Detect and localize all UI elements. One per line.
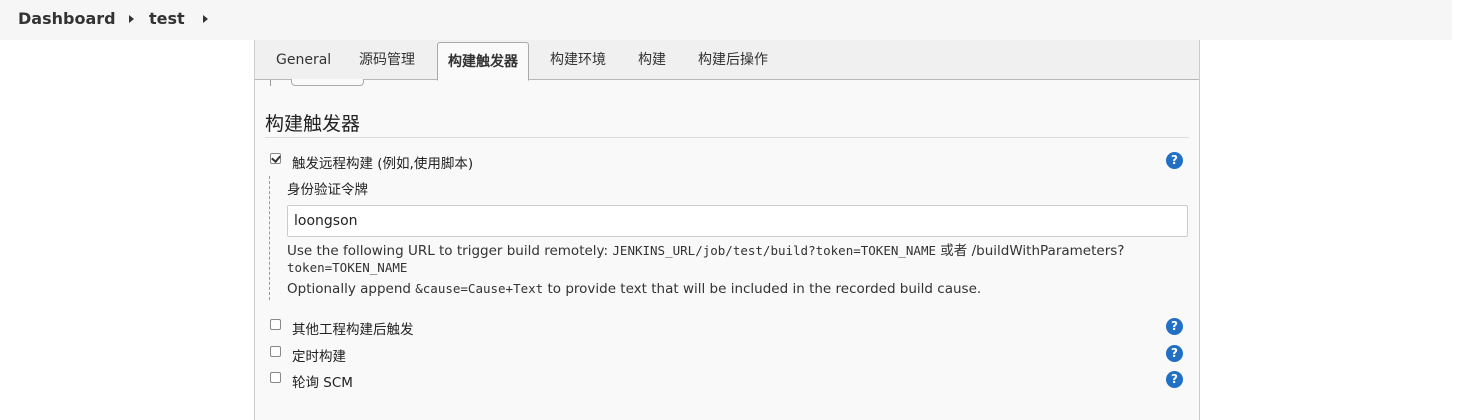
url-code: /buildWithParameters? <box>971 243 1125 259</box>
breadcrumb-dashboard[interactable]: Dashboard <box>18 9 116 28</box>
tab-general[interactable]: General <box>265 40 342 79</box>
tab-scm[interactable]: 源码管理 <box>348 40 426 79</box>
cause-code: &cause=Cause+Text <box>415 281 544 296</box>
description-text: to provide text that will be included in… <box>543 281 982 297</box>
remote-url-description-cont: token=TOKEN_NAME <box>287 260 407 276</box>
breadcrumb-test[interactable]: test <box>149 9 185 28</box>
cause-description: Optionally append &cause=Cause+Text to p… <box>287 281 981 297</box>
url-code: JENKINS_URL/job/test/build?token=TOKEN_N… <box>612 243 937 258</box>
auth-token-input[interactable] <box>287 205 1188 237</box>
help-icon[interactable]: ? <box>1166 152 1183 169</box>
breadcrumb-bar: Dashboard test <box>0 0 1452 40</box>
description-text: 或者 <box>936 243 972 259</box>
help-icon[interactable]: ? <box>1166 345 1183 362</box>
previous-section-button[interactable] <box>291 79 364 86</box>
remote-trigger-label[interactable]: 触发远程构建 (例如,使用脚本) <box>292 152 473 172</box>
divider <box>270 80 271 86</box>
section-title: 构建触发器 <box>265 113 361 135</box>
breadcrumb-chevron-icon[interactable] <box>129 15 134 23</box>
scheduled-build-checkbox[interactable] <box>270 346 281 357</box>
tab-build-environment[interactable]: 构建环境 <box>539 40 617 79</box>
scrollbar-track <box>1452 0 1468 415</box>
description-text: Optionally append <box>287 281 416 297</box>
tab-build[interactable]: 构建 <box>627 40 677 79</box>
config-panel: General 源码管理 构建触发器 构建环境 构建 构建后操作 构建触发器 触… <box>254 40 1200 420</box>
remote-trigger-checkbox[interactable] <box>270 153 281 164</box>
description-text: Use the following URL to trigger build r… <box>287 243 613 259</box>
poll-scm-checkbox[interactable] <box>270 372 281 383</box>
auth-token-label: 身份验证令牌 <box>287 182 368 198</box>
url-code: token=TOKEN_NAME <box>287 260 408 275</box>
tab-build-triggers[interactable]: 构建触发器 <box>437 42 529 81</box>
help-icon[interactable]: ? <box>1166 371 1183 388</box>
tab-post-build[interactable]: 构建后操作 <box>687 40 779 79</box>
scheduled-build-label[interactable]: 定时构建 <box>292 345 346 365</box>
breadcrumb-chevron-icon[interactable] <box>203 15 208 23</box>
upstream-trigger-label[interactable]: 其他工程构建后触发 <box>292 318 414 338</box>
nested-options-border <box>269 176 270 300</box>
upstream-trigger-checkbox[interactable] <box>270 319 281 330</box>
section-divider <box>265 137 1189 138</box>
help-icon[interactable]: ? <box>1166 318 1183 335</box>
poll-scm-label[interactable]: 轮询 SCM <box>292 371 353 391</box>
config-tabs: General 源码管理 构建触发器 构建环境 构建 构建后操作 <box>255 40 1199 81</box>
remote-url-description: Use the following URL to trigger build r… <box>287 239 1124 259</box>
